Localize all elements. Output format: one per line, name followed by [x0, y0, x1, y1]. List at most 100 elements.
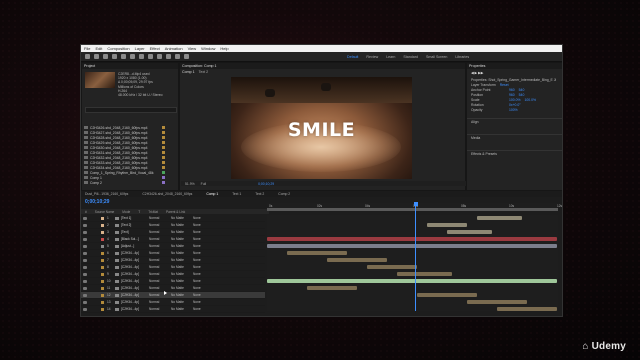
- layer-row[interactable]: 4 [Black Sol...] Normal No Matte None: [81, 236, 265, 243]
- timeline-tab[interactable]: Comp 2: [278, 192, 290, 196]
- layer-name[interactable]: [C2H34...4p]: [121, 265, 149, 269]
- layer-row[interactable]: 5 [Adjust...] Normal No Matte None: [81, 243, 265, 250]
- hand-tool-icon[interactable]: [103, 54, 108, 59]
- layer-row[interactable]: 10 [C2H34...4p] Normal No Matte None: [81, 278, 265, 285]
- track-matte-dropdown[interactable]: No Matte: [171, 300, 193, 304]
- label-color-swatch[interactable]: [162, 166, 165, 169]
- layer-row[interactable]: 1 [Text 1] Normal No Matte None: [81, 215, 265, 222]
- parent-dropdown[interactable]: None: [193, 230, 201, 234]
- comp-subtab-2[interactable]: Text 2: [199, 70, 209, 74]
- layer-duration-bar[interactable]: [477, 216, 522, 220]
- work-area-bar[interactable]: [267, 208, 558, 211]
- properties-tab[interactable]: Properties: [469, 64, 485, 68]
- parent-dropdown[interactable]: None: [193, 237, 201, 241]
- column-header[interactable]: Source Name: [95, 210, 115, 214]
- track-matte-dropdown[interactable]: No Matte: [171, 258, 193, 262]
- layer-duration-bar[interactable]: [267, 237, 557, 241]
- parent-dropdown[interactable]: None: [193, 279, 201, 283]
- column-header[interactable]: Parent & Link: [166, 210, 185, 214]
- menu-item[interactable]: Layer: [135, 46, 145, 51]
- layer-name[interactable]: [C2H34...4p]: [121, 286, 149, 290]
- property-value[interactable]: 100%: [509, 108, 518, 112]
- label-color-swatch[interactable]: [162, 141, 165, 144]
- layer-name[interactable]: [Text]: [121, 230, 149, 234]
- column-header[interactable]: T: [138, 210, 140, 214]
- workspace-tab[interactable]: Learn: [386, 55, 395, 59]
- layer-name[interactable]: [C2H34...4p]: [121, 258, 149, 262]
- parent-dropdown[interactable]: None: [193, 223, 201, 227]
- align-section[interactable]: Align: [471, 120, 479, 124]
- layer-row[interactable]: 13 [C2H34...4p] Normal No Matte None: [81, 299, 265, 306]
- property-value[interactable]: 100.0%: [525, 98, 537, 102]
- track-matte-dropdown[interactable]: No Matte: [171, 293, 193, 297]
- layer-duration-bar[interactable]: [447, 230, 492, 234]
- menu-item[interactable]: Edit: [95, 46, 102, 51]
- layer-label-color[interactable]: [101, 244, 104, 248]
- blend-mode-dropdown[interactable]: Normal: [149, 272, 171, 276]
- menu-item[interactable]: View: [188, 46, 197, 51]
- parent-dropdown[interactable]: None: [193, 244, 201, 248]
- layer-duration-bar[interactable]: [267, 244, 557, 248]
- menu-item[interactable]: Animation: [165, 46, 183, 51]
- parent-dropdown[interactable]: None: [193, 307, 201, 311]
- effects-presets-section[interactable]: Effects & Presets: [471, 152, 497, 156]
- project-search-input[interactable]: [85, 107, 177, 113]
- blend-mode-dropdown[interactable]: Normal: [149, 258, 171, 262]
- visibility-eye-icon[interactable]: [83, 279, 87, 283]
- parent-dropdown[interactable]: None: [193, 272, 201, 276]
- layer-name[interactable]: [Black Sol...]: [121, 237, 149, 241]
- parent-dropdown[interactable]: None: [193, 293, 201, 297]
- column-header[interactable]: Mode: [122, 210, 130, 214]
- property-value[interactable]: 0x+0.0°: [509, 103, 521, 107]
- track-matte-dropdown[interactable]: No Matte: [171, 230, 193, 234]
- label-color-swatch[interactable]: [162, 126, 165, 129]
- visibility-eye-icon[interactable]: [83, 237, 87, 241]
- layer-label-color[interactable]: [101, 279, 104, 283]
- track-matte-dropdown[interactable]: No Matte: [171, 272, 193, 276]
- timeline-tab[interactable]: Comp 1: [206, 192, 218, 196]
- layer-label-color[interactable]: [101, 223, 104, 227]
- blend-mode-dropdown[interactable]: Normal: [149, 265, 171, 269]
- shape-tool-icon[interactable]: [148, 54, 153, 59]
- resolution-dropdown[interactable]: Full: [201, 182, 206, 186]
- parent-dropdown[interactable]: None: [193, 286, 201, 290]
- visibility-eye-icon[interactable]: [83, 286, 87, 290]
- layer-row[interactable]: 11 [C2H34...4p] Normal No Matte None: [81, 285, 265, 292]
- visibility-eye-icon[interactable]: [83, 230, 87, 234]
- pen-tool-icon[interactable]: [157, 54, 162, 59]
- workspace-tab[interactable]: Libraries: [455, 55, 469, 59]
- layer-row[interactable]: 7 [C2H34...4p] Normal No Matte None: [81, 257, 265, 264]
- track-matte-dropdown[interactable]: No Matte: [171, 244, 193, 248]
- visibility-eye-icon[interactable]: [83, 251, 87, 255]
- label-color-swatch[interactable]: [162, 136, 165, 139]
- layer-duration-bar[interactable]: [397, 272, 452, 276]
- layer-name[interactable]: [C2H34...4p]: [121, 251, 149, 255]
- blend-mode-dropdown[interactable]: Normal: [149, 300, 171, 304]
- layer-label-color[interactable]: [101, 307, 104, 311]
- track-matte-dropdown[interactable]: No Matte: [171, 307, 193, 311]
- visibility-eye-icon[interactable]: [83, 265, 87, 269]
- type-tool-icon[interactable]: [166, 54, 171, 59]
- layer-duration-bar[interactable]: [427, 223, 467, 227]
- layer-duration-bar[interactable]: [367, 265, 417, 269]
- blend-mode-dropdown[interactable]: Normal: [149, 286, 171, 290]
- project-tab[interactable]: Project: [84, 64, 95, 68]
- layer-label-color[interactable]: [101, 216, 104, 220]
- workspace-tab[interactable]: Standard: [403, 55, 418, 59]
- timeline-timecode[interactable]: 0;00;10;29: [85, 199, 109, 205]
- workspace-tab[interactable]: Default: [347, 55, 358, 59]
- layer-row[interactable]: 3 [Text] Normal No Matte None: [81, 229, 265, 236]
- brush-tool-icon[interactable]: [175, 54, 180, 59]
- visibility-eye-icon[interactable]: [83, 216, 87, 220]
- track-matte-dropdown[interactable]: No Matte: [171, 223, 193, 227]
- parent-dropdown[interactable]: None: [193, 251, 201, 255]
- pan-behind-icon[interactable]: [139, 54, 144, 59]
- camera-tool-icon[interactable]: [130, 54, 135, 59]
- label-color-swatch[interactable]: [162, 156, 165, 159]
- menu-item[interactable]: Window: [201, 46, 215, 51]
- zoom-dropdown[interactable]: 51.9%: [185, 182, 195, 186]
- blend-mode-dropdown[interactable]: Normal: [149, 251, 171, 255]
- track-matte-dropdown[interactable]: No Matte: [171, 237, 193, 241]
- layer-duration-bar[interactable]: [467, 300, 527, 304]
- layer-row[interactable]: 2 [Text 2] Normal No Matte None: [81, 222, 265, 229]
